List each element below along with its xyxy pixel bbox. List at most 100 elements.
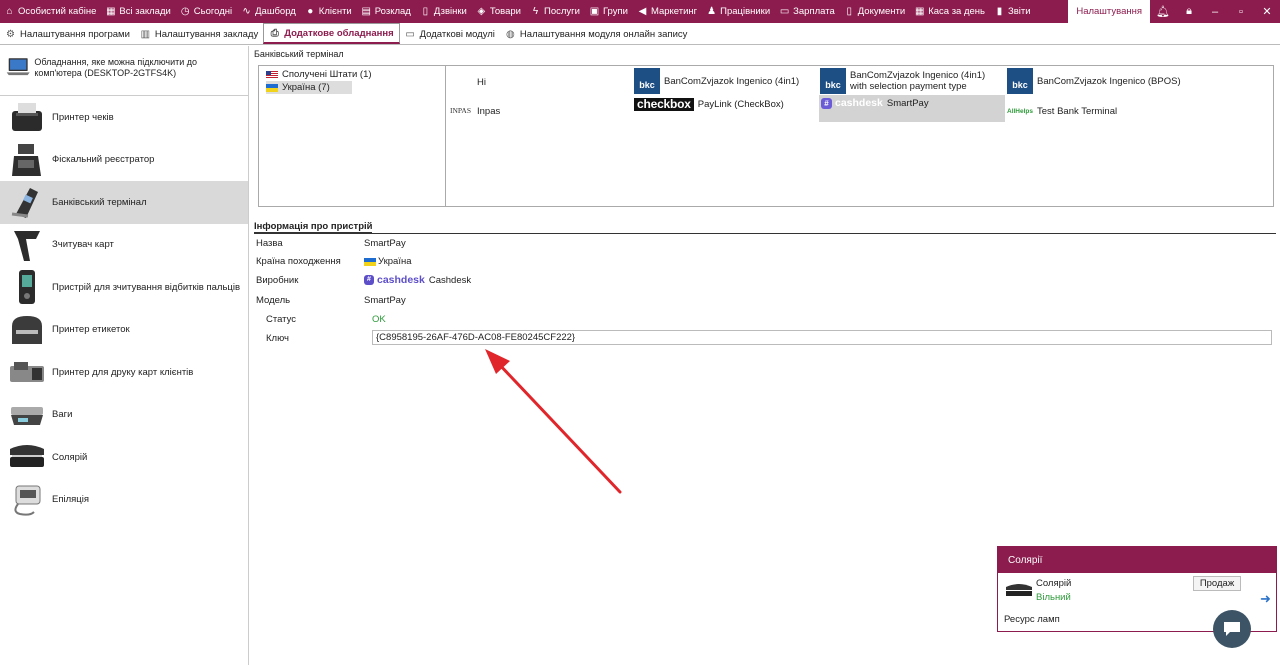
- sidebar-item-fiscal-register[interactable]: Фіскальний реєстратор: [0, 139, 248, 182]
- building-icon: ▥: [140, 29, 151, 40]
- nav-groups[interactable]: ▣ Групи: [585, 0, 633, 23]
- sidebar-item-solarium[interactable]: Солярій: [0, 436, 248, 479]
- sidebar-item-card-reader[interactable]: Зчитувач карт: [0, 224, 248, 267]
- epilation-icon: [8, 482, 46, 518]
- globe-icon: ◍: [506, 29, 515, 40]
- sidebar-item-label-printer[interactable]: Принтер етикеток: [0, 309, 248, 352]
- laptop-icon: [6, 58, 30, 76]
- phone-icon: ▯: [422, 6, 429, 17]
- home-icon: ⌂: [6, 6, 13, 17]
- terminal-hi[interactable]: Hi: [477, 76, 486, 89]
- money-icon: ▭: [779, 6, 790, 17]
- close-icon[interactable]: ✕: [1254, 5, 1280, 18]
- terminal-bancom-4in1[interactable]: bkc BanComZvjazok Ingenico (4in1): [634, 68, 799, 94]
- terminal-list: Hi bkc BanComZvjazok Ingenico (4in1) bkc…: [445, 65, 1274, 207]
- bkc-logo-icon: bkc: [634, 68, 660, 94]
- sidebar-item-bank-terminal[interactable]: Банківський термінал: [0, 181, 248, 224]
- calculator-icon: ▦: [914, 6, 925, 17]
- calendar-icon: ▤: [361, 6, 371, 17]
- info-name-value: SmartPay: [364, 238, 406, 249]
- info-model-label: Модель: [256, 295, 291, 306]
- bkc-logo-icon: bkc: [820, 68, 846, 94]
- country-item-ukraine[interactable]: Україна (7): [266, 81, 352, 94]
- sidebar-item-fingerprint-reader[interactable]: Пристрій для зчитування відбитків пальці…: [0, 266, 248, 309]
- bolt-icon: ϟ: [532, 6, 539, 17]
- solarium-icon: [1006, 584, 1032, 596]
- ukraine-flag-icon: [266, 83, 278, 92]
- terminal-test-bank[interactable]: AllHelps Test Bank Terminal: [1007, 104, 1117, 118]
- lamp-resource-label: Ресурс ламп: [1004, 614, 1060, 625]
- grid-icon: ▦: [106, 6, 116, 17]
- cashdesk-logo-icon: # cashdesk: [821, 98, 883, 109]
- nav-employees[interactable]: ♟ Працівники: [702, 0, 775, 23]
- terminal-smartpay[interactable]: # cashdesk SmartPay: [819, 95, 1005, 122]
- nav-cabinet[interactable]: ⌂ Особистий кабіне: [0, 0, 101, 23]
- nav-settings[interactable]: Налаштування: [1068, 0, 1150, 23]
- sell-button[interactable]: Продаж: [1193, 576, 1241, 591]
- arrow-right-icon[interactable]: ➜: [1260, 591, 1271, 607]
- sidebar-item-card-printer[interactable]: Принтер для друку карт клієнтів: [0, 351, 248, 394]
- card-terminal-icon: [8, 184, 46, 220]
- info-key-label: Ключ: [266, 333, 289, 344]
- printer-icon: ⎙: [270, 27, 279, 39]
- info-status-label: Статус: [266, 314, 297, 325]
- module-icon: ▭: [405, 29, 415, 40]
- key-input[interactable]: {C8958195-26AF-476D-AC08-FE80245CF222}: [372, 330, 1272, 345]
- nav-schedule[interactable]: ▤ Розклад: [357, 0, 416, 23]
- settings-tabs: ⚙ Налаштування програми ▥ Налаштування зак…: [0, 23, 1280, 45]
- sidebar-item-scales[interactable]: Ваги: [0, 394, 248, 437]
- minimize-icon[interactable]: –: [1202, 6, 1228, 18]
- nav-salary[interactable]: ▭ Зарплата: [775, 0, 840, 23]
- nav-reports[interactable]: ▮ Звіти: [990, 0, 1036, 23]
- info-model-value: SmartPay: [364, 295, 406, 306]
- tab-additional-equipment[interactable]: ⎙ Додаткове обладнання: [263, 23, 400, 44]
- info-country-label: Країна походження: [256, 256, 341, 267]
- info-country-value: Україна: [364, 256, 412, 267]
- nav-products[interactable]: ◈ Товари: [472, 0, 526, 23]
- sidebar-item-epilation[interactable]: Епіляція: [0, 479, 248, 522]
- scales-icon: [8, 397, 46, 433]
- restore-icon[interactable]: ▫: [1228, 6, 1254, 18]
- equipment-sidebar: Обладнання, яке можна підключити до комп…: [0, 46, 249, 665]
- tab-venue-settings[interactable]: ▥ Налаштування закладу: [135, 25, 263, 44]
- section-title: Банківський термінал: [254, 49, 344, 59]
- popup-device-status: Вільний: [1036, 592, 1071, 603]
- fingerprint-reader-icon: [8, 269, 46, 305]
- person-icon: ♟: [707, 6, 717, 17]
- tab-online-booking-settings[interactable]: ◍ Налаштування модуля онлайн запису: [500, 25, 692, 44]
- terminal-bancom-4in1-selection[interactable]: bkc BanComZvjazok Ingenico (4in1) with s…: [820, 68, 1000, 94]
- terminal-inpas[interactable]: INPAS Inpas: [450, 101, 500, 121]
- nav-marketing[interactable]: ◀ Маркетинг: [633, 0, 702, 23]
- cashdesk-logo-icon: # cashdesk: [364, 274, 425, 286]
- device-info-title: Інформація про пристрій: [254, 221, 1276, 234]
- inpas-logo-icon: INPAS: [450, 106, 471, 115]
- tab-additional-modules[interactable]: ▭ Додаткові модулі: [400, 25, 500, 44]
- lock-icon[interactable]: 🔒︎: [1176, 5, 1202, 18]
- tab-program-settings[interactable]: ⚙ Налаштування програми: [0, 25, 135, 44]
- nav-documents[interactable]: ▯ Документи: [840, 0, 910, 23]
- groups-icon: ▣: [589, 6, 600, 17]
- sidebar-header: Обладнання, яке можна підключити до комп…: [0, 46, 248, 96]
- chat-button[interactable]: [1213, 610, 1251, 648]
- terminal-paylink-checkbox[interactable]: checkbox PayLink (CheckBox): [634, 97, 784, 111]
- bar-chart-icon: ▮: [996, 6, 1003, 17]
- bkc-logo-icon: bkc: [1007, 68, 1033, 94]
- gear-icon: ⚙: [6, 29, 15, 40]
- sidebar-item-receipt-printer[interactable]: Принтер чеків: [0, 96, 248, 139]
- nav-calls[interactable]: ▯ Дзвінки: [416, 0, 472, 23]
- country-item-us[interactable]: Сполучені Штати (1): [266, 68, 445, 81]
- nav-services[interactable]: ϟ Послуги: [526, 0, 585, 23]
- nav-cash-day[interactable]: ▦ Каса за день: [910, 0, 990, 23]
- nav-clients[interactable]: ● Клієнти: [301, 0, 357, 23]
- ukraine-flag-icon: [364, 257, 376, 266]
- megaphone-icon: ◀: [638, 6, 647, 17]
- info-status-value: OK: [372, 314, 386, 325]
- checkbox-logo-icon: checkbox: [634, 97, 694, 111]
- bell-icon[interactable]: 🔔︎: [1150, 5, 1176, 18]
- nav-dashboard[interactable]: ∿ Дашборд: [237, 0, 301, 23]
- box-icon: ◈: [477, 6, 486, 17]
- nav-all-venues[interactable]: ▦ Всі заклади: [101, 0, 175, 23]
- terminal-bancom-bpos[interactable]: bkc BanComZvjazok Ingenico (BPOS): [1007, 68, 1181, 94]
- sidebar-header-text: Обладнання, яке можна підключити до комп…: [34, 57, 198, 78]
- nav-today[interactable]: ◷ Сьогодні: [176, 0, 237, 23]
